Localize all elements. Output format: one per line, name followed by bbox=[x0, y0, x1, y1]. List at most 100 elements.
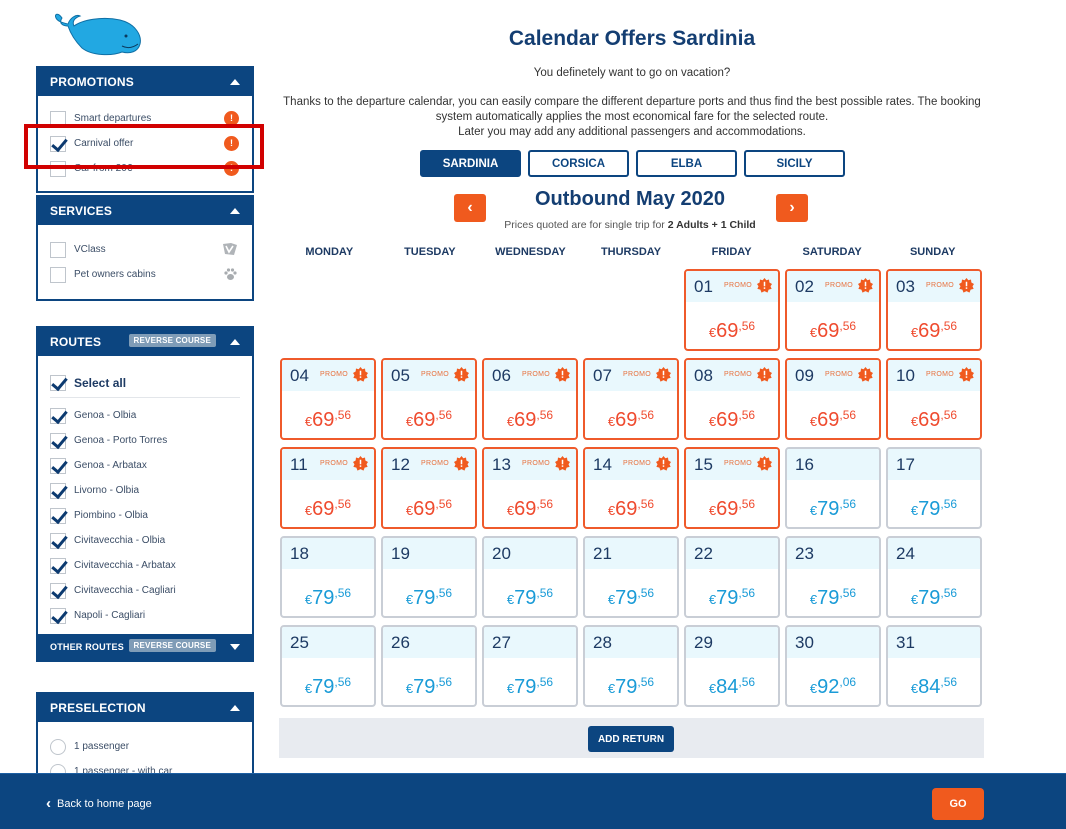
collapse-caret-icon[interactable] bbox=[230, 208, 240, 214]
checkbox-checked[interactable] bbox=[50, 532, 66, 549]
day-cell[interactable]: 07 PROMO €69,56 bbox=[583, 358, 679, 440]
day-cell[interactable]: 10 PROMO €69,56 bbox=[886, 358, 982, 440]
route-option[interactable]: Genoa - Porto Torres bbox=[50, 428, 240, 453]
day-cell[interactable]: 27 €79,56 bbox=[482, 625, 578, 707]
radio-button[interactable] bbox=[50, 738, 66, 755]
day-cell[interactable]: 06 PROMO €69,56 bbox=[482, 358, 578, 440]
day-cell[interactable]: 17 €79,56 bbox=[886, 447, 982, 529]
tab-sicily[interactable]: SICILY bbox=[744, 150, 845, 177]
route-label: Civitavecchia - Arbatax bbox=[74, 560, 176, 571]
day-cell[interactable]: 26 €79,56 bbox=[381, 625, 477, 707]
checkbox-checked[interactable] bbox=[50, 482, 66, 499]
routes-header[interactable]: ROUTES REVERSE COURSE bbox=[38, 328, 252, 356]
promo-badge-icon bbox=[757, 367, 772, 382]
route-option[interactable]: Livorno - Olbia bbox=[50, 478, 240, 503]
price-decimal: ,56 bbox=[940, 408, 958, 422]
collapse-caret-icon[interactable] bbox=[230, 705, 240, 711]
routes-panel: ROUTES REVERSE COURSE Select all Genoa -… bbox=[36, 326, 254, 662]
other-reverse-course-button[interactable]: REVERSE COURSE bbox=[128, 639, 216, 652]
weekday-header: MONDAY TUESDAY WEDNESDAY THURSDAY FRIDAY SATU… bbox=[279, 246, 983, 258]
price-integer: 69 bbox=[312, 498, 335, 520]
back-to-home-link[interactable]: ‹ Back to home page bbox=[46, 796, 152, 811]
day-cell[interactable]: 30 €92,06 bbox=[785, 625, 881, 707]
day-cell[interactable]: 05 PROMO €69,56 bbox=[381, 358, 477, 440]
day-cell[interactable]: 25 €79,56 bbox=[280, 625, 376, 707]
expand-caret-icon[interactable] bbox=[230, 644, 240, 650]
day-cell[interactable]: 14 PROMO €69,56 bbox=[583, 447, 679, 529]
day-cell[interactable]: 22 €79,56 bbox=[684, 536, 780, 618]
price-decimal: ,56 bbox=[536, 497, 554, 511]
collapse-caret-icon[interactable] bbox=[230, 339, 240, 345]
whale-logo-icon[interactable] bbox=[52, 10, 144, 56]
select-all-routes[interactable]: Select all bbox=[50, 368, 240, 398]
route-option[interactable]: Piombino - Olbia bbox=[50, 503, 240, 528]
day-price: €69,56 bbox=[282, 497, 374, 521]
checkbox-checked[interactable] bbox=[50, 432, 66, 449]
route-option[interactable]: Civitavecchia - Olbia bbox=[50, 528, 240, 553]
day-cell[interactable]: 13 PROMO €69,56 bbox=[482, 447, 578, 529]
checkbox-checked[interactable] bbox=[50, 507, 66, 524]
day-cell[interactable]: 20 €79,56 bbox=[482, 536, 578, 618]
service-option-vclass[interactable]: VClass bbox=[50, 237, 240, 262]
checkbox-checked[interactable] bbox=[50, 582, 66, 599]
weekday-label: SATURDAY bbox=[802, 246, 862, 258]
checkbox-checked[interactable] bbox=[50, 374, 66, 391]
price-integer: 79 bbox=[312, 587, 335, 609]
promotions-header[interactable]: PROMOTIONS bbox=[38, 68, 252, 96]
day-cell[interactable]: 28 €79,56 bbox=[583, 625, 679, 707]
checkbox-checked[interactable] bbox=[50, 607, 66, 624]
go-button[interactable]: GO bbox=[932, 788, 984, 820]
preselection-option[interactable]: 1 passenger bbox=[50, 734, 240, 759]
day-cell[interactable]: 21 €79,56 bbox=[583, 536, 679, 618]
day-cell[interactable]: 03 PROMO €69,56 bbox=[886, 269, 982, 351]
route-option[interactable]: Genoa - Arbatax bbox=[50, 453, 240, 478]
reverse-course-button[interactable]: REVERSE COURSE bbox=[128, 334, 216, 347]
add-return-button[interactable]: ADD RETURN bbox=[588, 726, 674, 752]
day-cell[interactable]: 04 PROMO €69,56 bbox=[280, 358, 376, 440]
checkbox[interactable] bbox=[50, 266, 66, 283]
day-cell-header: 22 bbox=[686, 538, 778, 569]
day-number: 06 bbox=[492, 365, 511, 385]
services-header[interactable]: SERVICES bbox=[38, 197, 252, 225]
tab-corsica[interactable]: CORSICA bbox=[528, 150, 629, 177]
price-decimal: ,56 bbox=[637, 586, 655, 600]
day-cell[interactable]: 01 PROMO €69,56 bbox=[684, 269, 780, 351]
tab-sardinia[interactable]: SARDINIA bbox=[420, 150, 521, 177]
price-decimal: ,56 bbox=[334, 497, 352, 511]
promo-label: PROMO bbox=[421, 460, 449, 467]
day-cell[interactable]: 08 PROMO €69,56 bbox=[684, 358, 780, 440]
day-cell[interactable]: 23 €79,56 bbox=[785, 536, 881, 618]
route-option[interactable]: Genoa - Olbia bbox=[50, 403, 240, 428]
day-cell[interactable]: 24 €79,56 bbox=[886, 536, 982, 618]
day-cell[interactable]: 09 PROMO €69,56 bbox=[785, 358, 881, 440]
day-cell[interactable]: 02 PROMO €69,56 bbox=[785, 269, 881, 351]
day-cell[interactable]: 31 €84,56 bbox=[886, 625, 982, 707]
next-month-button[interactable]: › bbox=[776, 194, 808, 222]
day-cell[interactable]: 16 €79,56 bbox=[785, 447, 881, 529]
tab-elba[interactable]: ELBA bbox=[636, 150, 737, 177]
checkbox-checked[interactable] bbox=[50, 457, 66, 474]
day-number: 15 bbox=[694, 454, 713, 474]
checkbox[interactable] bbox=[50, 241, 66, 258]
route-option[interactable]: Napoli - Cagliari bbox=[50, 603, 240, 628]
day-cell[interactable]: 12 PROMO €69,56 bbox=[381, 447, 477, 529]
footer-bar: ‹ Back to home page GO bbox=[0, 773, 1066, 829]
day-number: 31 bbox=[896, 632, 915, 652]
other-routes-header[interactable]: OTHER ROUTES REVERSE COURSE bbox=[38, 634, 252, 660]
day-cell[interactable]: 15 PROMO €69,56 bbox=[684, 447, 780, 529]
day-cell[interactable]: 29 €84,56 bbox=[684, 625, 780, 707]
route-option[interactable]: Civitavecchia - Cagliari bbox=[50, 578, 240, 603]
service-option-pet-cabins[interactable]: Pet owners cabins bbox=[50, 262, 240, 287]
day-cell[interactable]: 19 €79,56 bbox=[381, 536, 477, 618]
calendar-grid: 01 PROMO €69,56 02 PROMO €69,56 03 PROMO €69,56 0… bbox=[280, 269, 982, 707]
day-cell[interactable]: 18 €79,56 bbox=[280, 536, 376, 618]
checkbox-checked[interactable] bbox=[50, 407, 66, 424]
day-cell[interactable]: 11 PROMO €69,56 bbox=[280, 447, 376, 529]
preselection-header[interactable]: PRESELECTION bbox=[38, 694, 252, 722]
checkbox-checked[interactable] bbox=[50, 557, 66, 574]
weekday-label: SUNDAY bbox=[909, 246, 956, 258]
promo-badge-icon bbox=[555, 367, 570, 382]
route-option[interactable]: Civitavecchia - Arbatax bbox=[50, 553, 240, 578]
collapse-caret-icon[interactable] bbox=[230, 79, 240, 85]
empty-day-cell bbox=[280, 269, 376, 351]
